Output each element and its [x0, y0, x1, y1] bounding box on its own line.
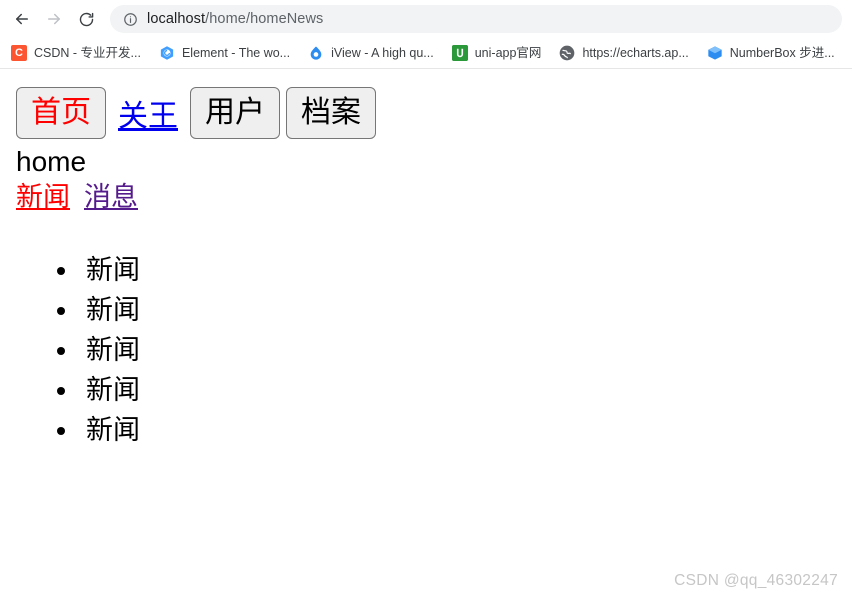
browser-chrome: localhost/home/homeNews C CSDN - 专业开发...…	[0, 0, 852, 69]
list-item: 新闻	[80, 290, 852, 330]
sub-link-news[interactable]: 新闻	[16, 182, 70, 212]
bookmark-numberbox[interactable]: NumberBox 步进...	[705, 41, 843, 65]
bookmark-label: iView - A high qu...	[331, 46, 434, 60]
bookmark-label: uni-app官网	[474, 46, 542, 60]
numberbox-favicon-icon	[707, 45, 723, 61]
nav-link-guanwang[interactable]: 关王	[118, 91, 178, 135]
nav-button-user[interactable]: 用户	[190, 87, 280, 139]
reload-icon	[78, 11, 95, 28]
reload-button[interactable]	[72, 5, 100, 33]
nav-button-home[interactable]: 首页	[16, 87, 106, 139]
list-item: 新闻	[80, 250, 852, 290]
back-button[interactable]	[8, 5, 36, 33]
main-nav: 首页 关王 用户 档案	[0, 69, 852, 139]
url-path: /home/homeNews	[205, 11, 324, 27]
bookmark-echarts[interactable]: https://echarts.ap...	[557, 41, 696, 65]
list-item: 新闻	[80, 330, 852, 370]
bookmark-label: Element - The wo...	[181, 46, 291, 60]
sub-link-message[interactable]: 消息	[84, 182, 138, 212]
page-title: home	[16, 146, 87, 177]
bookmark-label: https://echarts.ap...	[582, 46, 689, 60]
bookmark-label: NumberBox 步进...	[729, 46, 835, 60]
element-favicon-icon	[159, 45, 175, 61]
bookmark-iview[interactable]: iView - A high qu...	[306, 41, 442, 65]
url-host: localhost	[147, 11, 206, 27]
url-text: localhost/home/homeNews	[147, 5, 323, 33]
nav-button-archive[interactable]: 档案	[286, 87, 376, 139]
globe-favicon-icon	[559, 45, 575, 61]
info-circle-icon[interactable]	[122, 11, 138, 27]
bookmarks-bar: C CSDN - 专业开发... Element - The wo... iVi…	[0, 38, 852, 69]
forward-button[interactable]	[40, 5, 68, 33]
bookmark-element[interactable]: Element - The wo...	[157, 41, 298, 65]
news-list: 新闻 新闻 新闻 新闻 新闻	[0, 250, 852, 451]
page-content: 首页 关王 用户 档案 home 新闻消息 新闻 新闻 新闻 新闻 新闻 CSD…	[0, 69, 852, 598]
uniapp-favicon-icon	[451, 45, 468, 61]
sub-nav: 新闻 消息	[16, 181, 852, 213]
iview-favicon-icon	[308, 45, 324, 61]
csdn-favicon-icon: C	[11, 45, 27, 61]
arrow-right-icon	[45, 10, 63, 28]
list-item: 新闻	[80, 410, 852, 450]
arrow-left-icon	[13, 10, 31, 28]
bookmark-csdn[interactable]: C CSDN - 专业开发...	[9, 41, 149, 65]
watermark: CSDN @qq_46302247	[674, 572, 838, 589]
browser-toolbar: localhost/home/homeNews	[0, 0, 852, 38]
list-item: 新闻	[80, 370, 852, 410]
bookmark-label: CSDN - 专业开发...	[34, 46, 141, 60]
bookmark-uniapp[interactable]: uni-app官网	[450, 41, 550, 65]
address-bar[interactable]: localhost/home/homeNews	[110, 5, 842, 33]
